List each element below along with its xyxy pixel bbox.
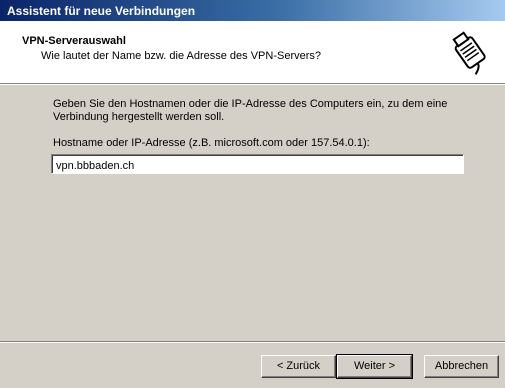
next-button[interactable]: Weiter > (336, 354, 413, 379)
wizard-header: VPN-Serverauswahl Wie lautet der Name bz… (0, 21, 505, 83)
back-button[interactable]: < Zurück (261, 355, 336, 378)
hostname-label: Hostname oder IP-Adresse (z.B. microsoft… (53, 137, 370, 149)
window-title: Assistent für neue Verbindungen (7, 4, 196, 18)
hostname-input[interactable] (51, 154, 464, 174)
header-divider (0, 83, 505, 85)
vpn-plug-icon (448, 29, 494, 75)
footer-divider (0, 341, 505, 343)
cancel-button[interactable]: Abbrechen (424, 355, 499, 378)
page-subtitle: Wie lautet der Name bzw. die Adresse des… (41, 50, 322, 62)
wizard-window: Assistent für neue Verbindungen VPN-Serv… (0, 0, 505, 388)
page-title: VPN-Serverauswahl (22, 35, 126, 47)
instruction-text: Geben Sie den Hostnamen oder die IP-Adre… (53, 98, 448, 123)
title-bar[interactable]: Assistent für neue Verbindungen (0, 0, 505, 21)
